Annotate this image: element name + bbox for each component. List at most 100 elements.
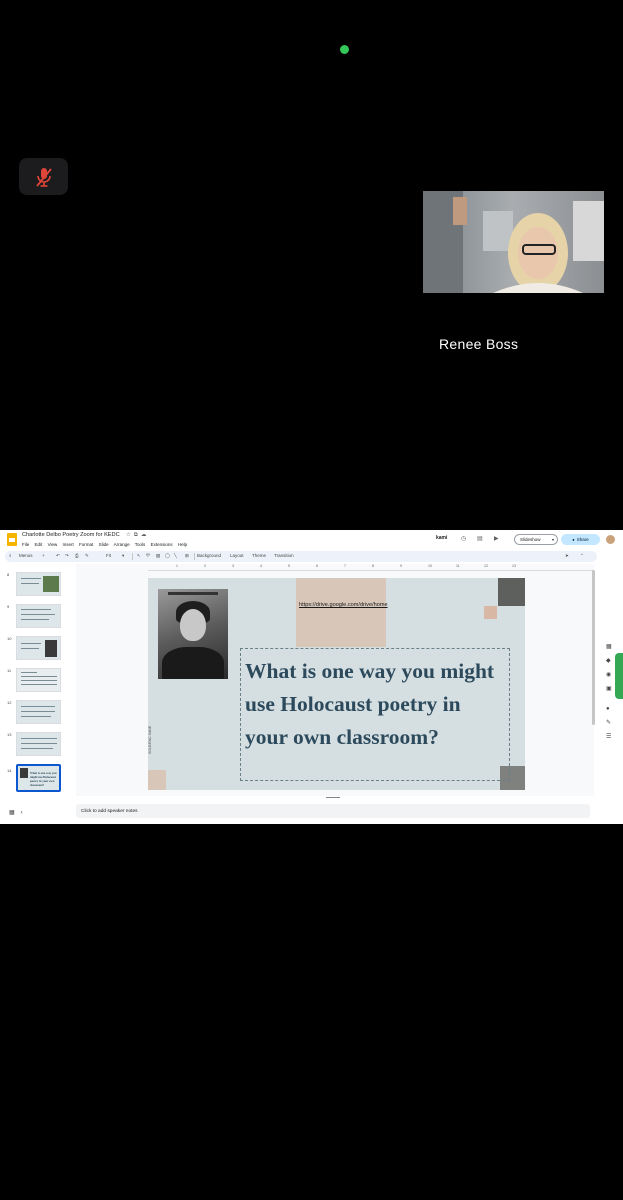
add-slide-icon[interactable]: +	[42, 553, 45, 558]
keep-icon[interactable]: ◆	[606, 658, 613, 664]
tasks-icon[interactable]: ◉	[606, 672, 613, 678]
record-icon[interactable]: ●	[606, 706, 613, 712]
decor-tan-block-bottom	[148, 770, 166, 790]
collapse-filmstrip-icon[interactable]: ‹	[21, 810, 29, 816]
avatar[interactable]	[606, 535, 615, 544]
menu-tools[interactable]: Tools	[135, 542, 146, 547]
slideshow-label: Slideshow	[520, 537, 541, 542]
decor-dark-square	[498, 578, 525, 606]
pen-icon[interactable]: ✎	[606, 720, 613, 726]
slide-number: 12	[7, 700, 12, 705]
ruler-tick: 4	[260, 564, 262, 568]
chevron-down-icon[interactable]: ▾	[552, 537, 554, 542]
thumb-text-line	[21, 609, 51, 610]
transition-button[interactable]: Transition	[274, 553, 294, 558]
meet-video-icon[interactable]: ▶	[494, 535, 499, 542]
zoom-select[interactable]: Fit	[106, 553, 111, 558]
grid-view-icon[interactable]: ▦	[9, 810, 21, 816]
menu-extensions[interactable]: Extensions	[151, 542, 173, 547]
menu-bar: File Edit View Insert Format Slide Arran…	[22, 542, 191, 547]
menu-help[interactable]: Help	[178, 542, 187, 547]
search-menus-input[interactable]: Menus	[19, 553, 33, 558]
paint-format-icon[interactable]: ✎	[85, 553, 89, 559]
shape-icon[interactable]: ◯	[165, 553, 170, 559]
ruler-tick: 12	[484, 564, 488, 568]
app-titlebar: Charlotte Delbo Poetry Zoom for KEDC ☆⧉☁…	[0, 530, 623, 550]
kami-extension-button[interactable]: kami	[436, 535, 447, 541]
participant-video-tile[interactable]	[423, 191, 604, 293]
decor-tan-small-square	[484, 606, 497, 619]
thumb-text-line	[21, 619, 49, 620]
slide-thumbnail[interactable]	[16, 668, 61, 692]
status-dot	[340, 45, 349, 54]
redo-icon[interactable]: ↷	[65, 553, 69, 559]
thumb-text-line	[21, 672, 37, 673]
chevron-down-icon[interactable]: ▾	[122, 553, 124, 559]
thumb-text-line	[21, 684, 57, 685]
portrait-photo[interactable]	[158, 589, 228, 679]
thumb-text-line	[21, 743, 57, 744]
slideshow-button[interactable]: Slideshow ▾	[514, 534, 558, 545]
menu-arrange[interactable]: Arrange	[114, 542, 130, 547]
menu-file[interactable]: File	[22, 542, 29, 547]
slide-thumbnail[interactable]	[16, 572, 61, 596]
print-icon[interactable]: ⎙	[75, 553, 79, 558]
question-textbox[interactable]: What is one way you might use Holocaust …	[240, 648, 510, 781]
slide-thumbnail[interactable]	[16, 732, 61, 756]
thumb-question-text: What is one way you might use Holocaust …	[30, 771, 57, 787]
photo-caption-strip	[168, 592, 218, 595]
microphone-muted-icon	[35, 167, 52, 187]
mute-button[interactable]	[19, 158, 68, 195]
background-button[interactable]: Background	[197, 553, 221, 558]
contacts-icon[interactable]: ▣	[606, 686, 613, 692]
share-button[interactable]: ● Share	[561, 534, 600, 545]
slide-thumbnail[interactable]	[16, 700, 61, 724]
collapse-toolbar-icon[interactable]: ⌃	[580, 553, 584, 559]
document-title[interactable]: Charlotte Delbo Poetry Zoom for KEDC	[22, 532, 120, 538]
image-icon[interactable]: ▨	[156, 553, 160, 559]
participant-name: Renee Boss	[439, 336, 519, 352]
slide-thumbnail[interactable]	[16, 604, 61, 628]
theme-button[interactable]: Theme	[252, 553, 266, 558]
menu-slide[interactable]: Slide	[99, 542, 109, 547]
ruler-tick: 5	[288, 564, 290, 568]
toolbar-separator	[194, 553, 195, 560]
slide-number: 11	[7, 668, 12, 673]
line-icon[interactable]: ╲	[174, 553, 177, 559]
menu-view[interactable]: View	[48, 542, 58, 547]
pointer-icon[interactable]: ➤	[565, 553, 569, 559]
undo-icon[interactable]: ↶	[56, 553, 60, 559]
participant-video	[423, 191, 604, 293]
editor-toolbar: ⌕ Menus + ↶ ↷ ⎙ ✎ Fit ▾ ↖ Ͳ ▨ ◯ ╲ ⊞ Back…	[5, 551, 597, 562]
thumb-text-line	[21, 748, 53, 749]
side-panel-tab[interactable]	[615, 653, 623, 699]
slides-logo-icon[interactable]	[7, 533, 17, 546]
cursor-select-icon[interactable]: ↖	[137, 553, 141, 559]
comment-add-icon[interactable]: ⊞	[185, 553, 189, 559]
text-box-icon[interactable]: Ͳ	[146, 553, 150, 559]
shared-screen: Charlotte Delbo Poetry Zoom for KEDC ☆⧉☁…	[0, 530, 623, 824]
question-text: What is one way you might use Holocaust …	[245, 659, 495, 749]
portrait-body	[162, 647, 224, 679]
portrait-face	[180, 609, 206, 641]
speaker-notes-field[interactable]: Click to add speaker notes	[76, 804, 590, 818]
slide-thumbnail-active[interactable]: What is one way you might use Holocaust …	[16, 764, 61, 792]
horizontal-ruler: 1 2 3 4 5 6 7 8 9 10 11 12 13	[148, 564, 594, 571]
thumb-text-line	[21, 643, 41, 644]
slide-thumbnail[interactable]	[16, 636, 61, 660]
search-icon[interactable]: ⌕	[9, 553, 12, 558]
menu-insert[interactable]: Insert	[63, 542, 74, 547]
layout-button[interactable]: Layout	[230, 553, 244, 558]
vertical-scrollbar[interactable]	[592, 570, 595, 725]
ruler-tick: 6	[316, 564, 318, 568]
current-slide[interactable]: https://drive.google.com/drive/home What…	[148, 578, 525, 790]
title-action-icons[interactable]: ☆⧉☁	[126, 532, 149, 539]
slide-link[interactable]: https://drive.google.com/drive/home	[299, 602, 388, 608]
menu-format[interactable]: Format	[79, 542, 93, 547]
notes-icon[interactable]: ☰	[606, 734, 613, 740]
comments-icon[interactable]: ▤	[477, 535, 483, 542]
history-icon[interactable]: ◷	[461, 535, 466, 542]
menu-edit[interactable]: Edit	[35, 542, 43, 547]
notes-resize-handle[interactable]	[326, 797, 340, 798]
calendar-icon[interactable]: ▦	[606, 644, 613, 650]
